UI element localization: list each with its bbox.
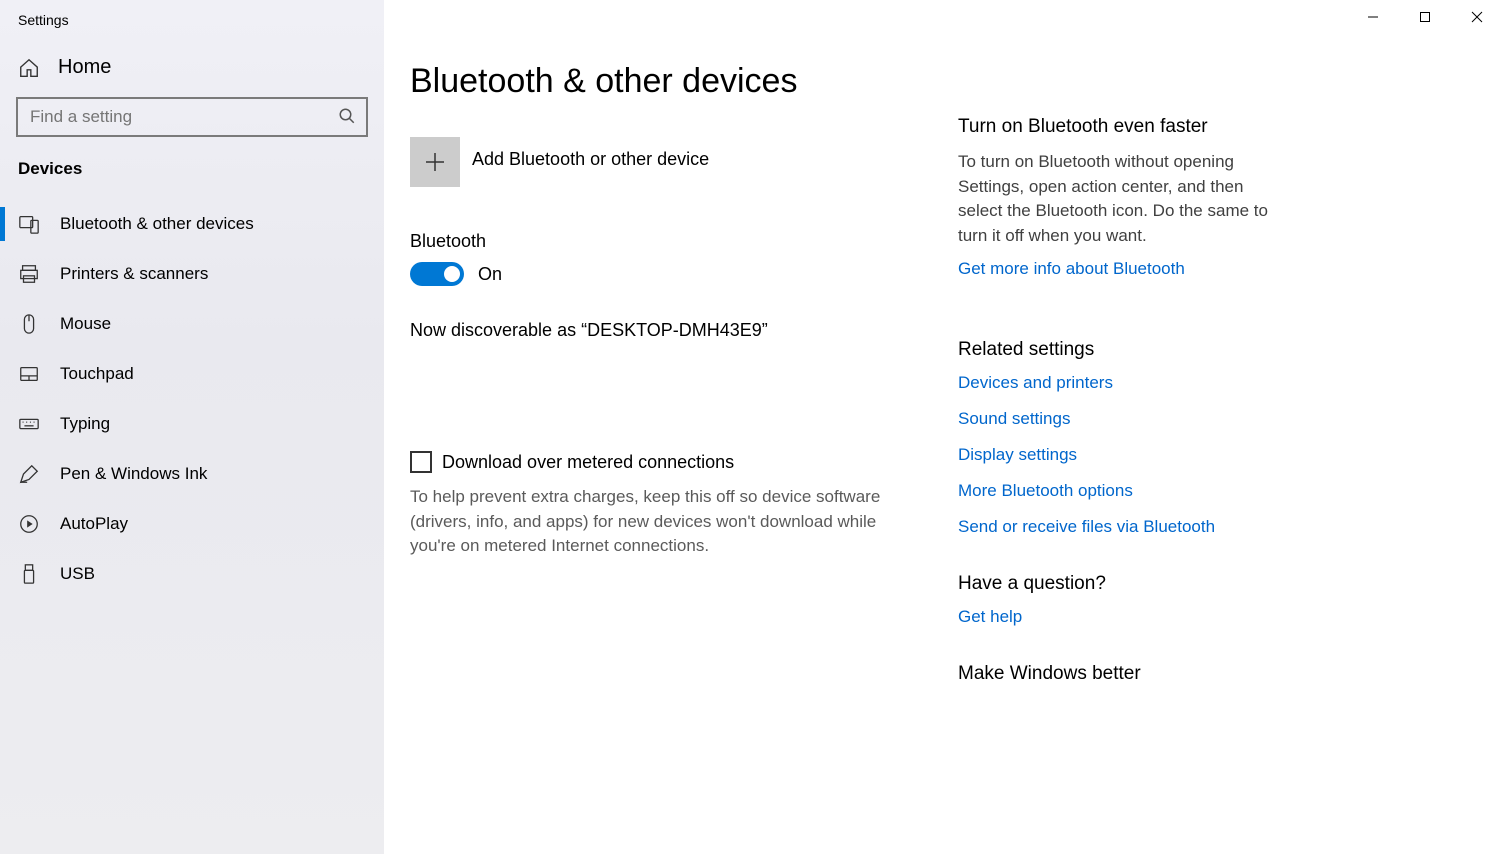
metered-checkbox-label: Download over metered connections	[442, 452, 734, 473]
get-help-link[interactable]: Get help	[958, 607, 1280, 627]
toggle-state-label: On	[478, 264, 502, 285]
close-button[interactable]	[1451, 0, 1503, 34]
tip-heading: Turn on Bluetooth even faster	[958, 116, 1280, 138]
sidebar-item-bluetooth[interactable]: Bluetooth & other devices	[0, 199, 384, 249]
autoplay-icon	[18, 513, 40, 535]
page-title: Bluetooth & other devices	[410, 62, 910, 101]
sidebar-item-label: Touchpad	[60, 364, 134, 384]
improve-heading: Make Windows better	[958, 663, 1280, 685]
tip-body: To turn on Bluetooth without opening Set…	[958, 150, 1280, 249]
send-receive-files-link[interactable]: Send or receive files via Bluetooth	[958, 517, 1280, 537]
content-column: Bluetooth & other devices Add Bluetooth …	[384, 0, 958, 854]
sound-settings-link[interactable]: Sound settings	[958, 409, 1280, 429]
right-column: Turn on Bluetooth even faster To turn on…	[958, 0, 1318, 854]
bluetooth-toggle-row: On	[410, 262, 910, 286]
main-area: Bluetooth & other devices Add Bluetooth …	[384, 0, 1503, 854]
touchpad-icon	[18, 363, 40, 385]
more-bluetooth-link[interactable]: More Bluetooth options	[958, 481, 1280, 501]
sidebar-item-typing[interactable]: Typing	[0, 399, 384, 449]
improve-section: Make Windows better	[958, 663, 1280, 685]
sidebar-item-label: Mouse	[60, 314, 111, 334]
sidebar-item-autoplay[interactable]: AutoPlay	[0, 499, 384, 549]
metered-checkbox[interactable]	[410, 451, 432, 473]
sidebar-item-label: USB	[60, 564, 95, 584]
sidebar-item-touchpad[interactable]: Touchpad	[0, 349, 384, 399]
mouse-icon	[18, 313, 40, 335]
app-title: Settings	[0, 0, 384, 38]
get-more-info-link[interactable]: Get more info about Bluetooth	[958, 259, 1280, 279]
sidebar-item-pen[interactable]: Pen & Windows Ink	[0, 449, 384, 499]
maximize-button[interactable]	[1399, 0, 1451, 34]
devices-printers-link[interactable]: Devices and printers	[958, 373, 1280, 393]
question-heading: Have a question?	[958, 573, 1280, 595]
category-header: Devices	[0, 159, 384, 199]
sidebar-item-label: Typing	[60, 414, 110, 434]
metered-help-text: To help prevent extra charges, keep this…	[410, 485, 910, 559]
sidebar-item-printers[interactable]: Printers & scanners	[0, 249, 384, 299]
home-icon	[18, 57, 40, 79]
search-input[interactable]	[16, 97, 368, 137]
printer-icon	[18, 263, 40, 285]
keyboard-icon	[18, 413, 40, 435]
plus-icon	[410, 137, 460, 187]
sidebar-item-label: Bluetooth & other devices	[60, 214, 254, 234]
sidebar-item-label: AutoPlay	[60, 514, 128, 534]
pen-icon	[18, 463, 40, 485]
display-settings-link[interactable]: Display settings	[958, 445, 1280, 465]
discoverable-text: Now discoverable as “DESKTOP-DMH43E9”	[410, 320, 910, 341]
sidebar-item-usb[interactable]: USB	[0, 549, 384, 599]
home-button[interactable]: Home	[0, 38, 384, 97]
add-device-label: Add Bluetooth or other device	[472, 149, 709, 176]
usb-icon	[18, 563, 40, 585]
add-device-button[interactable]: Add Bluetooth or other device	[410, 137, 910, 187]
bluetooth-toggle[interactable]	[410, 262, 464, 286]
minimize-button[interactable]	[1347, 0, 1399, 34]
bluetooth-section-label: Bluetooth	[410, 231, 910, 252]
devices-icon	[18, 213, 40, 235]
question-section: Have a question? Get help	[958, 573, 1280, 627]
related-section: Related settings Devices and printers So…	[958, 339, 1280, 537]
related-heading: Related settings	[958, 339, 1280, 361]
toggle-knob	[444, 266, 460, 282]
sidebar-item-label: Printers & scanners	[60, 264, 208, 284]
search-container	[0, 97, 384, 159]
sidebar-item-label: Pen & Windows Ink	[60, 464, 207, 484]
metered-checkbox-row: Download over metered connections	[410, 451, 910, 473]
window-controls	[1347, 0, 1503, 34]
home-label: Home	[58, 56, 111, 79]
sidebar: Settings Home Devices Bluetooth & other …	[0, 0, 384, 854]
tip-section: Turn on Bluetooth even faster To turn on…	[958, 116, 1280, 279]
sidebar-item-mouse[interactable]: Mouse	[0, 299, 384, 349]
